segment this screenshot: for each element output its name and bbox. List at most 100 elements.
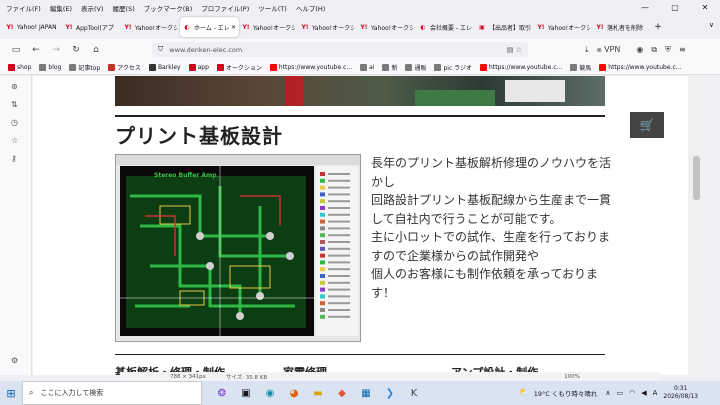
bookmark-favicon-icon <box>382 63 390 71</box>
windows-start-icon[interactable]: ⊞ <box>0 381 22 405</box>
bookmarks-icon[interactable]: ☆ <box>11 136 18 145</box>
sync-icon[interactable]: ⇅ <box>11 100 18 109</box>
address-bar[interactable]: ⛉ www.denken-elec.com ▤ ☆ <box>152 42 528 57</box>
minimize-button[interactable]: — <box>630 0 660 15</box>
brave-icon[interactable]: ◆ <box>330 383 354 403</box>
menu-item-6[interactable]: ツール(T) <box>258 3 287 13</box>
edge-icon[interactable]: ◉ <box>258 383 282 403</box>
tab-5[interactable]: Y! Yahoo!オークシ <box>298 17 357 37</box>
description-text: 長年のプリント基板解析修理のノウハウを活かし 回路設計プリント基板配線から生産まで… <box>371 154 611 302</box>
menu-item-5[interactable]: プロファイル(P) <box>201 3 249 13</box>
chevron-up-icon[interactable]: ∧ <box>605 389 610 397</box>
wifi-icon[interactable]: ◠ <box>629 389 635 397</box>
bookmark-favicon-icon <box>69 63 77 71</box>
bookmark-14[interactable]: https://www.youtube.c... <box>599 63 681 71</box>
shield-icon: ⛉ <box>158 45 164 53</box>
copilot-icon[interactable]: ❂ <box>210 383 234 403</box>
menu-item-4[interactable]: ブックマーク(B) <box>144 3 193 13</box>
cart-icon[interactable]: 🛒 <box>630 112 664 138</box>
bookmark-5[interactable]: app <box>188 63 209 71</box>
tab-4[interactable]: Y! Yahoo!オークシ <box>239 17 298 37</box>
menu-item-2[interactable]: 表示(V) <box>81 3 104 13</box>
bookmark-favicon-icon <box>108 63 116 71</box>
tab-8[interactable]: ▣ 【出品者】取引 <box>475 17 534 37</box>
bookmark-1[interactable]: blog <box>39 63 62 71</box>
reader-view-icon[interactable]: ▤ ☆ <box>507 46 522 54</box>
bookmark-label: アクセス <box>117 64 141 72</box>
key-icon[interactable]: ⚷ <box>11 154 17 163</box>
divider-2 <box>115 354 605 355</box>
bookmark-favicon-icon <box>39 63 47 71</box>
sidebar: ⊛ ⇅ ◷ ☆ ⚷ ⚙ <box>0 76 32 375</box>
back-button[interactable]: ← <box>26 45 46 55</box>
store-icon[interactable]: ▦ <box>354 383 378 403</box>
tab-6[interactable]: Y! Yahoo!オークシ <box>357 17 416 37</box>
close-window-button[interactable]: ✕ <box>690 0 720 15</box>
tab-2[interactable]: Y! Yahoo!オークシ <box>121 17 180 37</box>
bookmark-0[interactable]: shop <box>8 63 31 71</box>
weather-widget[interactable]: ⛅ 19°C くもり時々晴れ <box>519 388 598 398</box>
bookmark-13[interactable]: 競馬 <box>570 63 591 72</box>
reload-button[interactable]: ↻ <box>66 45 86 55</box>
bookmark-10[interactable]: 通販 <box>405 63 426 72</box>
tab-7[interactable]: ◐ 会社概要 - エレク <box>416 17 475 37</box>
clock[interactable]: 0:31 2026/08/13 <box>663 385 698 401</box>
new-tab-button[interactable]: + <box>652 22 664 32</box>
tab-title: Yahoo!オークシ <box>371 24 413 32</box>
network-icon[interactable]: ▭ <box>616 389 623 397</box>
home-button[interactable]: ⌂ <box>86 45 106 55</box>
menu-item-3[interactable]: 履歴(S) <box>113 3 135 13</box>
bookmark-3[interactable]: アクセス <box>108 63 141 72</box>
bookmark-4[interactable]: Barkley <box>148 63 181 71</box>
tab-favicon-icon: Y! <box>360 23 368 31</box>
scrollbar-thumb[interactable] <box>693 156 700 200</box>
download-icon[interactable]: ⤓ <box>585 45 589 55</box>
weather-text: 19°C くもり時々晴れ <box>533 390 598 398</box>
tab-list-icon[interactable]: ∨ <box>709 21 714 29</box>
tab-9[interactable]: Y! Yahoo!オークシ <box>534 17 593 37</box>
extensions-icon[interactable]: ⧉ <box>651 45 657 55</box>
bookmark-2[interactable]: 記事top <box>69 63 100 72</box>
tab-title: AppTool(アプ <box>76 24 114 32</box>
vpn-button[interactable]: ⊗ VPN <box>597 45 629 54</box>
menu-item-1[interactable]: 編集(E) <box>50 3 72 13</box>
ime-icon[interactable]: A <box>653 389 658 397</box>
image-dimensions: 788 × 341px <box>170 373 206 380</box>
vscode-icon[interactable]: ❯ <box>378 383 402 403</box>
search-icon: ⌕ <box>29 388 34 397</box>
menu-item-0[interactable]: ファイル(F) <box>6 3 41 13</box>
history-icon[interactable]: ◷ <box>11 118 18 127</box>
ai-chat-icon[interactable]: ⊛ <box>11 82 18 91</box>
tab-close-icon[interactable]: ✕ <box>231 24 236 31</box>
tab-10[interactable]: Y! 落札者を削除 <box>593 17 652 37</box>
bookmark-label: 通販 <box>414 64 427 72</box>
menu-item-7[interactable]: ヘルプ(H) <box>296 3 325 13</box>
menu-icon[interactable]: ≡ <box>679 45 686 54</box>
bookmark-8[interactable]: ai <box>360 63 374 71</box>
firefox-icon[interactable]: ◕ <box>282 383 306 403</box>
maximize-button[interactable]: ▢ <box>660 0 690 15</box>
settings-icon[interactable]: ⚙ <box>11 356 18 365</box>
volume-icon[interactable]: ◀ <box>641 389 646 397</box>
tab-3[interactable]: ◐ ホーム - エレクト✕ <box>180 17 239 37</box>
bookmark-7[interactable]: https://www.youtube.c... <box>269 63 352 71</box>
clock-date: 2026/08/13 <box>663 393 698 400</box>
bookmark-label: blog <box>48 63 62 71</box>
task-view-icon[interactable]: ▣ <box>234 383 258 403</box>
account-icon[interactable]: ◉ <box>636 45 643 54</box>
sidebar-toggle-icon[interactable]: ▭ <box>6 45 26 55</box>
tab-0[interactable]: Y! Yahoo! JAPAN <box>3 17 62 37</box>
kicad-icon[interactable]: K <box>402 383 426 403</box>
tab-1[interactable]: Y! AppTool(アプ <box>62 17 121 37</box>
scrollbar[interactable] <box>688 76 705 375</box>
taskbar-search[interactable]: ⌕ ここに入力して検索 <box>22 381 202 405</box>
bookmark-11[interactable]: pic ラジオ <box>434 63 472 72</box>
bookmark-9[interactable]: 新 <box>382 63 397 72</box>
tab-title: Yahoo!オークシ <box>253 24 295 32</box>
file-explorer-icon[interactable]: ▬ <box>306 383 330 403</box>
bookmark-6[interactable]: オークション <box>216 63 262 72</box>
forward-button[interactable]: → <box>46 45 66 55</box>
shield-icon-2[interactable]: ⛨ <box>665 45 671 55</box>
cloud-icon: ⛅ <box>518 388 530 398</box>
bookmark-12[interactable]: https://www.youtube.c... <box>480 63 562 71</box>
